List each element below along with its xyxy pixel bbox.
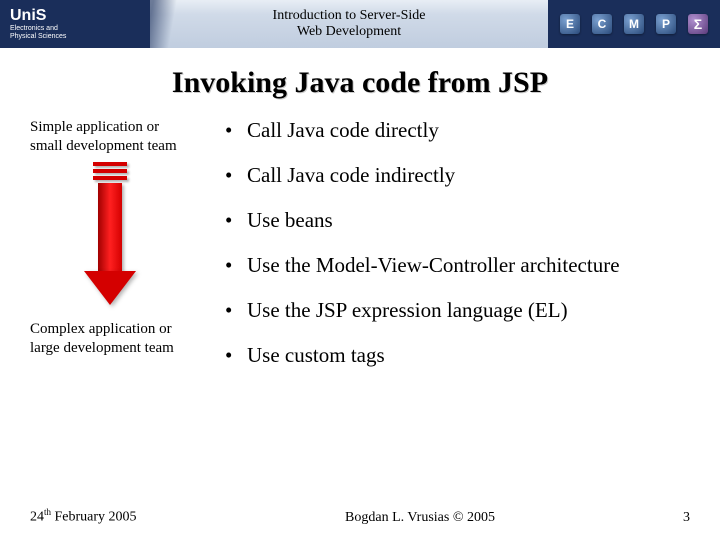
dept-line-2: Physical Sciences [10,33,66,41]
bullet-item: •Use the Model-View-Controller architect… [225,253,700,278]
badge-sigma: Σ [688,14,708,34]
header-band: UniS Electronics and Physical Sciences I… [0,0,720,48]
footer-copyright: Bogdan L. Vrusias © 2005 [190,510,650,526]
org-logo-text: UniS [10,7,46,25]
header-title-line-2: Web Development [297,24,401,40]
complexity-top-line2: small development team [30,138,177,154]
bullet-text: Call Java code indirectly [247,163,455,188]
arrow-head [84,271,136,305]
left-column: Simple application or small development … [30,118,225,388]
bullet-item: •Use the JSP expression language (EL) [225,298,700,323]
bullet-dot-icon: • [225,253,247,278]
header-decoration [142,0,192,48]
bullets-column: •Call Java code directly •Call Java code… [225,118,700,388]
complexity-top-line1: Simple application or [30,119,159,135]
footer: 24th February 2005 Bogdan L. Vrusias © 2… [0,507,720,526]
header-title-block: Introduction to Server-Side Web Developm… [150,0,548,48]
arrow-tail [93,162,127,183]
bullet-item: •Call Java code directly [225,118,700,143]
bullet-dot-icon: • [225,118,247,143]
footer-day: 24 [30,510,44,525]
bullet-text: Use beans [247,208,333,233]
bullet-text: Use the Model-View-Controller architectu… [247,253,620,278]
bullet-item: •Call Java code indirectly [225,163,700,188]
complexity-bottom-line2: large development team [30,340,174,356]
header-title-line-1: Introduction to Server-Side [273,8,426,24]
bullet-dot-icon: • [225,208,247,233]
slide-title: Invoking Java code from JSP [0,66,720,100]
badge-p: P [656,14,676,34]
bullet-item: •Use beans [225,208,700,233]
bullet-dot-icon: • [225,343,247,368]
footer-date: 24th February 2005 [30,507,190,526]
bullet-text: Use custom tags [247,343,385,368]
bullet-dot-icon: • [225,163,247,188]
slide-content: Simple application or small development … [0,118,720,388]
bullet-item: •Use custom tags [225,343,700,368]
badge-e: E [560,14,580,34]
footer-page-number: 3 [650,510,690,526]
complexity-label-top: Simple application or small development … [30,118,225,156]
bullet-text: Call Java code directly [247,118,439,143]
badge-c: C [592,14,612,34]
header-badges: E C M P Σ [548,0,720,48]
bullet-text: Use the JSP expression language (EL) [247,298,568,323]
bullet-dot-icon: • [225,298,247,323]
footer-day-suffix: th [44,507,51,517]
header-org-block: UniS Electronics and Physical Sciences [0,0,150,48]
badge-m: M [624,14,644,34]
arrow-shaft [98,183,122,271]
complexity-bottom-line1: Complex application or [30,321,172,337]
footer-month-year: February 2005 [51,510,137,525]
complexity-label-bottom: Complex application or large development… [30,320,225,358]
dept-line-1: Electronics and [10,25,58,33]
arrow-down-icon [90,162,130,312]
